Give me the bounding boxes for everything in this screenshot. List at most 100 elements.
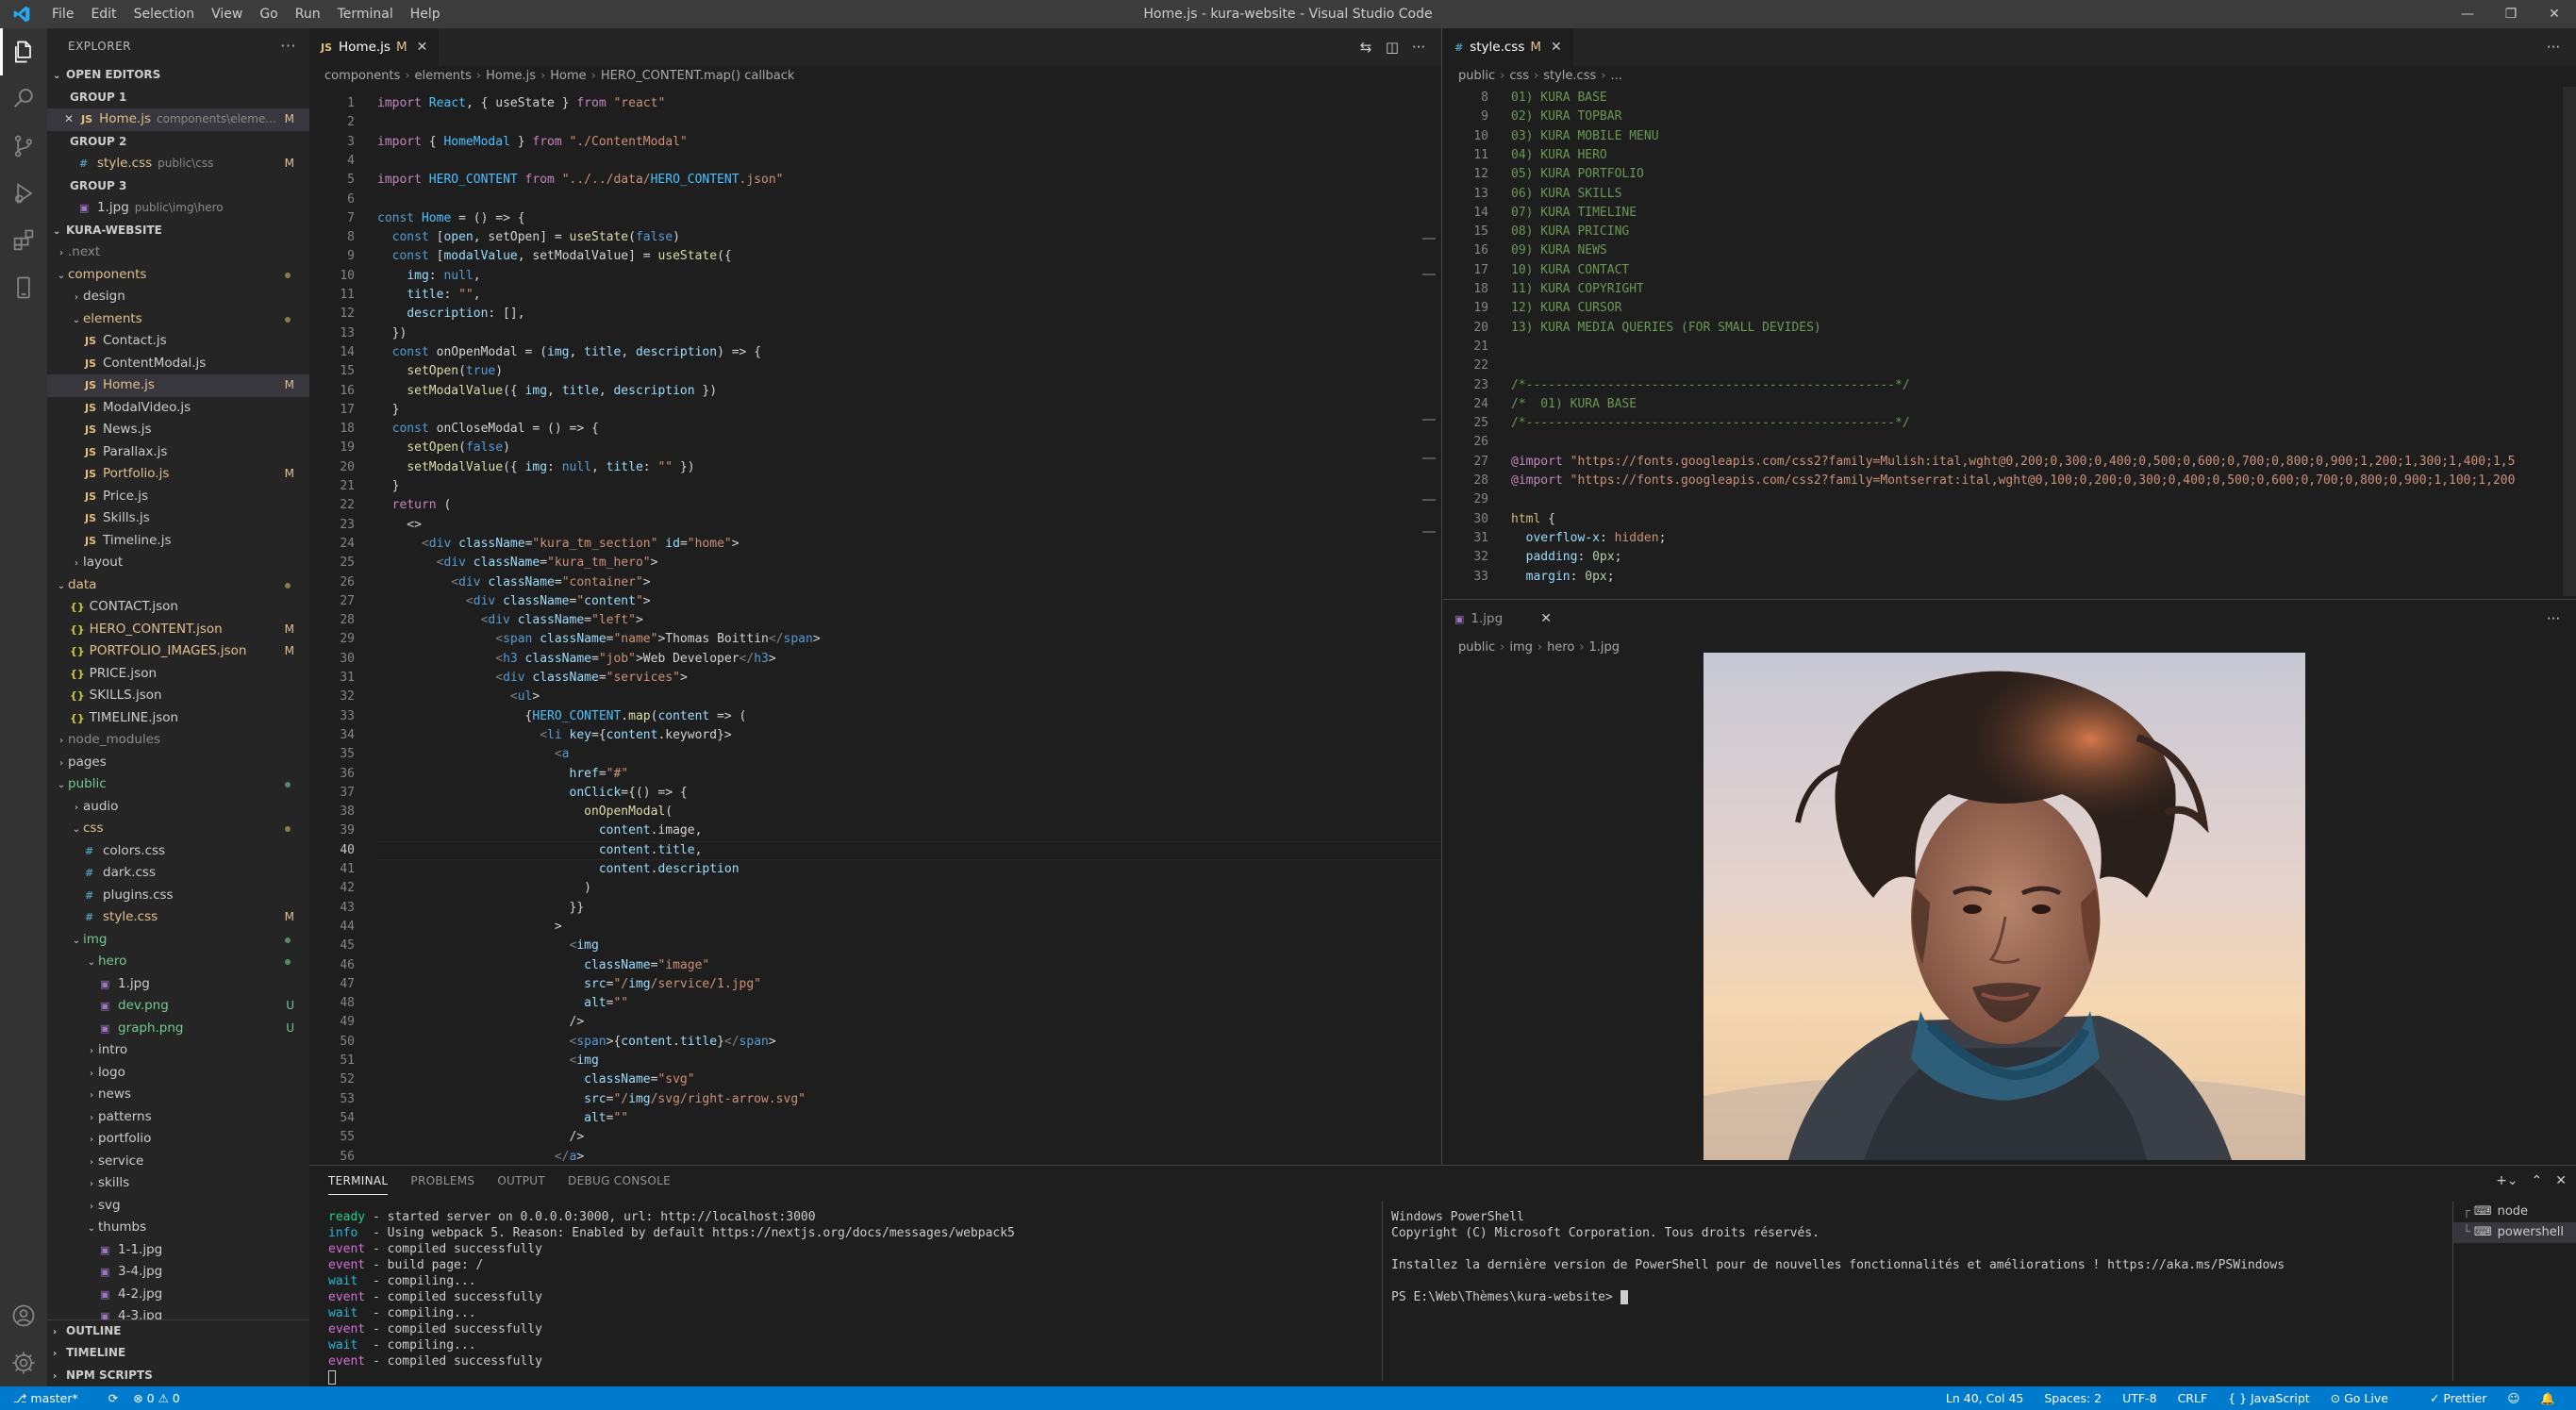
menu-item-run[interactable]: Run (287, 0, 329, 28)
extensions-icon[interactable] (0, 217, 47, 264)
folder-item[interactable]: › node_modules (47, 729, 309, 752)
panel-tab-terminal[interactable]: TERMINAL (328, 1168, 389, 1195)
file-item[interactable]: # plugins.css (47, 885, 309, 907)
folder-item[interactable]: ⌄ public (47, 773, 309, 796)
close-tab-icon[interactable]: ✕ (1551, 40, 1562, 55)
panel-tab-output[interactable]: OUTPUT (497, 1166, 545, 1196)
terminal-node[interactable]: ready - started server on 0.0.0.0:3000, … (328, 1209, 1366, 1385)
close-tab-icon[interactable]: ✕ (1540, 611, 1552, 626)
close-panel-icon[interactable]: ✕ (2555, 1173, 2567, 1188)
terminal-instance-powershell[interactable]: └ ⌨ powershell (2453, 1222, 2576, 1243)
folder-item[interactable]: › .next (47, 241, 309, 264)
folder-item[interactable]: › svg (47, 1195, 309, 1218)
go-live-button[interactable]: ⊙ Go Live (2331, 1391, 2409, 1405)
breadcrumb-item[interactable]: components (324, 69, 400, 83)
compare-changes-icon[interactable]: ⇆ (1353, 39, 1379, 56)
folder-item[interactable]: › skills (47, 1172, 309, 1195)
folder-item[interactable]: ⌄ img (47, 929, 309, 952)
file-item[interactable]: ▣ dev.png U (47, 995, 309, 1018)
folder-item[interactable]: › layout (47, 552, 309, 574)
panel-tab-debug-console[interactable]: DEBUG CONSOLE (568, 1166, 671, 1196)
file-item[interactable]: JS Portfolio.js M (47, 463, 309, 486)
problems-indicator[interactable]: ⊗ 0 ⚠ 0 (133, 1391, 180, 1405)
terminal-instance-node[interactable]: ┌ ⌨ node (2453, 1202, 2576, 1222)
file-item[interactable]: # colors.css (47, 840, 309, 863)
feedback-icon[interactable]: ☺ (2507, 1391, 2519, 1405)
folder-item[interactable]: ⌄ hero (47, 951, 309, 973)
file-item[interactable]: JS News.js (47, 419, 309, 441)
tab-home-js[interactable]: JS Home.js M ✕ (309, 28, 440, 66)
menu-item-edit[interactable]: Edit (82, 0, 125, 28)
close-editor-icon[interactable]: ✕ (64, 112, 74, 125)
more-actions-icon[interactable]: ··· (280, 28, 296, 64)
settings-gear-icon[interactable] (0, 1339, 47, 1386)
notifications-icon[interactable]: 🔔 (2540, 1391, 2555, 1406)
menu-item-selection[interactable]: Selection (125, 0, 204, 28)
remote-device-icon[interactable] (0, 264, 47, 311)
new-terminal-icon[interactable]: +⌄ (2496, 1173, 2518, 1188)
breadcrumb-item[interactable]: ... (1610, 69, 1621, 83)
end-of-line[interactable]: CRLF (2178, 1391, 2208, 1405)
file-item[interactable]: JS Contact.js (47, 330, 309, 353)
folder-item[interactable]: ⌄ components (47, 264, 309, 287)
file-item[interactable]: ▣ 1-1.jpg (47, 1239, 309, 1262)
folder-item[interactable]: › service (47, 1151, 309, 1173)
file-item[interactable]: JS Timeline.js (47, 530, 309, 553)
file-item[interactable]: JS Skills.js (47, 507, 309, 530)
file-item[interactable]: {} PRICE.json (47, 663, 309, 686)
folder-item[interactable]: › audio (47, 796, 309, 819)
npm-scripts-section[interactable]: › NPM SCRIPTS (47, 1365, 309, 1387)
breadcrumb-item[interactable]: Home (550, 69, 586, 83)
code-editor-style-css[interactable]: 8 01) KURA BASE 9 02) KURA TOPBAR 10 03) KURA… (1443, 87, 2576, 599)
file-item[interactable]: JS Home.js M (47, 374, 309, 397)
folder-item[interactable]: › intro (47, 1039, 309, 1062)
folder-item[interactable]: › design (47, 286, 309, 308)
branch-indicator[interactable]: ⎇ master* (13, 1391, 93, 1405)
open-editor-item[interactable]: ▣ 1.jpg public\img\hero (47, 197, 309, 220)
menu-item-terminal[interactable]: Terminal (329, 0, 402, 28)
breadcrumb-item[interactable]: public (1458, 640, 1495, 655)
split-editor-icon[interactable]: ◫ (1379, 39, 1405, 56)
cursor-position[interactable]: Ln 40, Col 45 (1946, 1391, 2023, 1405)
breadcrumb-item[interactable]: elements (415, 69, 472, 83)
file-item[interactable]: {} HERO_CONTENT.json M (47, 619, 309, 641)
vertical-scrollbar[interactable] (2563, 87, 2576, 596)
breadcrumb-item[interactable]: style.css (1543, 69, 1596, 83)
encoding[interactable]: UTF-8 (2122, 1391, 2156, 1405)
minimize-icon[interactable]: — (2446, 0, 2489, 28)
file-item[interactable]: # dark.css (47, 862, 309, 885)
folder-item[interactable]: › portfolio (47, 1128, 309, 1151)
run-debug-icon[interactable] (0, 170, 47, 217)
open-editor-item[interactable]: # style.css public\css M (47, 153, 309, 175)
file-item[interactable]: {} PORTFOLIO_IMAGES.json M (47, 640, 309, 663)
search-icon[interactable] (0, 75, 47, 123)
indentation[interactable]: Spaces: 2 (2044, 1391, 2102, 1405)
timeline-section[interactable]: › TIMELINE (47, 1342, 309, 1365)
menu-item-help[interactable]: Help (402, 0, 449, 28)
explorer-icon[interactable] (0, 28, 47, 75)
account-icon[interactable] (0, 1292, 47, 1339)
prettier-status[interactable]: ✓ Prettier (2430, 1391, 2486, 1405)
outline-section[interactable]: › OUTLINE (47, 1320, 309, 1343)
terminal-splitter[interactable] (1382, 1202, 1383, 1381)
breadcrumb-item[interactable]: public (1458, 69, 1495, 83)
breadcrumb-item[interactable]: img (1509, 640, 1533, 655)
file-item[interactable]: {} CONTACT.json (47, 596, 309, 619)
terminal-powershell[interactable]: Windows PowerShell Copyright (C) Microsof… (1391, 1209, 2438, 1305)
folder-item[interactable]: ⌄ elements (47, 308, 309, 331)
tab-style-css[interactable]: # style.css M ✕ (1443, 28, 1573, 66)
language-mode[interactable]: { } JavaScript (2228, 1391, 2310, 1405)
file-item[interactable]: ▣ 3-4.jpg (47, 1261, 309, 1284)
breadcrumb-item[interactable]: hero (1547, 640, 1574, 655)
more-actions-icon[interactable]: ··· (2540, 39, 2567, 56)
folder-item[interactable]: › logo (47, 1062, 309, 1085)
open-editor-item[interactable]: ✕ JS Home.js components\eleme... M (47, 108, 309, 131)
panel-tab-problems[interactable]: PROBLEMS (410, 1166, 474, 1196)
folder-item[interactable]: › news (47, 1084, 309, 1106)
file-item[interactable]: # style.css M (47, 906, 309, 929)
more-actions-icon[interactable]: ··· (2540, 610, 2567, 627)
breadcrumb-item[interactable]: Home.js (486, 69, 536, 83)
menu-item-go[interactable]: Go (251, 0, 286, 28)
restore-icon[interactable]: ❐ (2489, 0, 2533, 28)
folder-item[interactable]: ⌄ thumbs (47, 1217, 309, 1239)
